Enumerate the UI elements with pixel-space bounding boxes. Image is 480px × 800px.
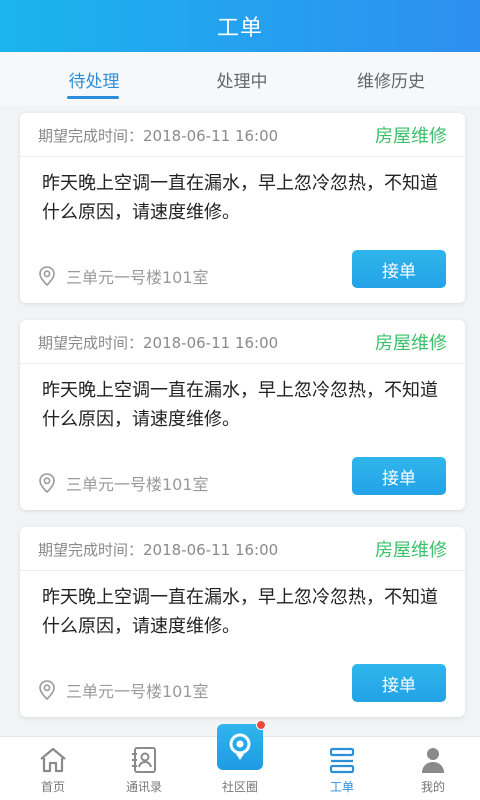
expected-time: 期望完成时间：2018-06-11 16:00 xyxy=(38,334,279,352)
expected-time: 期望完成时间：2018-06-11 16:00 xyxy=(38,541,279,559)
order-description: 昨天晚上空调一直在漏水，早上忽冷忽热，不知道什么原因，请速度维修。 xyxy=(42,380,438,430)
community-icon xyxy=(229,733,251,760)
order-address: 三单元一号楼101室 xyxy=(38,471,209,495)
notification-badge xyxy=(256,720,266,730)
accept-order-button[interactable]: 接单 xyxy=(352,457,446,495)
order-description: 昨天晚上空调一直在漏水，早上忽冷忽热，不知道什么原因，请速度维修。 xyxy=(42,587,438,637)
page-title: 工单 xyxy=(216,16,263,41)
location-pin-icon xyxy=(39,266,55,286)
tabbar-label: 我的 xyxy=(420,780,445,794)
address-text: 三单元一号楼101室 xyxy=(66,268,209,287)
category-label: 房屋维修 xyxy=(375,333,447,354)
work-order-icon xyxy=(329,747,355,774)
category-label: 房屋维修 xyxy=(375,540,447,561)
profile-icon xyxy=(422,748,444,773)
home-icon xyxy=(40,747,66,773)
tabbar-item-contacts[interactable]: 通讯录 xyxy=(96,737,192,800)
address-text: 三单元一号楼101室 xyxy=(66,682,209,701)
tabbar-label: 工单 xyxy=(329,780,354,794)
work-order-card[interactable]: 期望完成时间：2018-06-11 16:00 房屋维修 昨天晚上空调一直在漏水… xyxy=(20,527,465,717)
tabbar-label: 通讯录 xyxy=(125,780,162,794)
location-pin-icon xyxy=(39,680,55,700)
tab-in-progress[interactable]: 处理中 xyxy=(162,52,322,106)
category-label: 房屋维修 xyxy=(375,126,447,147)
card-header: 期望完成时间：2018-06-11 16:00 房屋维修 xyxy=(20,527,465,571)
tabbar-label: 首页 xyxy=(40,780,65,794)
location-pin-icon xyxy=(39,473,55,493)
accept-order-button[interactable]: 接单 xyxy=(352,250,446,288)
tabbar-item-profile[interactable]: 我的 xyxy=(385,737,480,800)
tab-repair-history[interactable]: 维修历史 xyxy=(311,52,471,106)
work-order-card[interactable]: 期望完成时间：2018-06-11 16:00 房屋维修 昨天晚上空调一直在漏水… xyxy=(20,113,465,303)
tabbar-label: 社区圈 xyxy=(221,780,258,794)
active-tab-indicator xyxy=(67,96,119,99)
accept-order-button[interactable]: 接单 xyxy=(352,664,446,702)
work-order-card[interactable]: 期望完成时间：2018-06-11 16:00 房屋维修 昨天晚上空调一直在漏水… xyxy=(20,320,465,510)
card-header: 期望完成时间：2018-06-11 16:00 房屋维修 xyxy=(20,320,465,364)
community-center-button[interactable] xyxy=(217,724,263,770)
tabbar-item-work-order[interactable]: 工单 xyxy=(294,737,390,800)
expected-time: 期望完成时间：2018-06-11 16:00 xyxy=(38,127,279,145)
order-description: 昨天晚上空调一直在漏水，早上忽冷忽热，不知道什么原因，请速度维修。 xyxy=(42,173,438,223)
contacts-icon xyxy=(132,747,156,773)
order-address: 三单元一号楼101室 xyxy=(38,264,209,288)
app-header: 工单 xyxy=(0,0,480,52)
card-header: 期望完成时间：2018-06-11 16:00 房屋维修 xyxy=(20,113,465,157)
tabbar-item-home[interactable]: 首页 xyxy=(5,737,101,800)
order-address: 三单元一号楼101室 xyxy=(38,678,209,702)
address-text: 三单元一号楼101室 xyxy=(66,475,209,494)
